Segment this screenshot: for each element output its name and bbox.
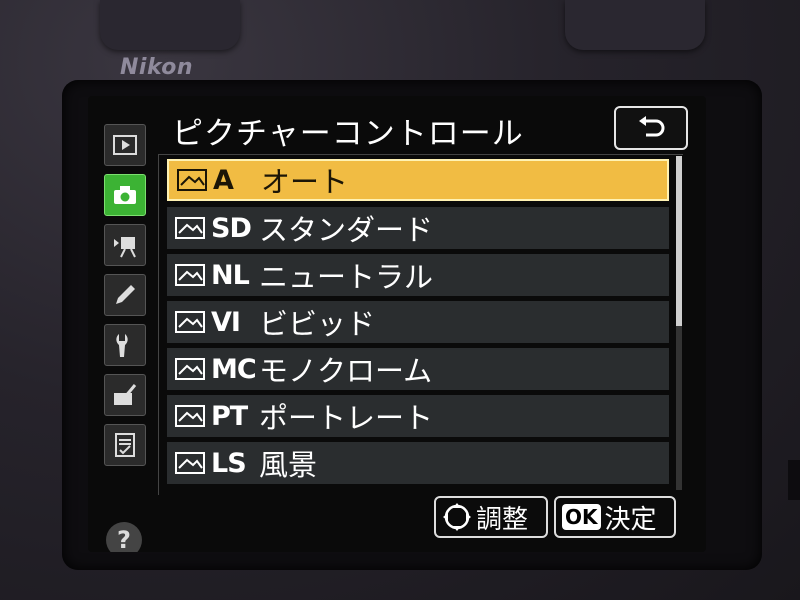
sidebar-item-shooting[interactable] xyxy=(104,174,146,216)
list-item-label: 風景 xyxy=(259,448,318,482)
list-scrollbar[interactable] xyxy=(676,156,682,490)
help-icon[interactable]: ? xyxy=(106,522,142,552)
list-item-code: A xyxy=(213,164,234,196)
picture-control-icon xyxy=(173,262,209,288)
sidebar-item-retouch[interactable] xyxy=(104,374,146,416)
retouch-brush-icon xyxy=(114,384,137,405)
back-button[interactable] xyxy=(614,106,688,150)
camera-hump-right xyxy=(565,0,705,50)
lcd-screen: ピクチャーコントロール ? A オート SD スタンダード NL ニュートラル … xyxy=(88,96,706,552)
camera-icon xyxy=(114,186,136,204)
camera-brand-logo: Nikon xyxy=(120,55,194,80)
picture-control-icon xyxy=(175,167,211,193)
list-item-neutral[interactable]: NL ニュートラル xyxy=(167,254,669,296)
sidebar-item-setup[interactable] xyxy=(104,324,146,366)
list-item-vivid[interactable]: VI ビビッド xyxy=(167,301,669,343)
list-item-monochrome[interactable]: MC モノクローム xyxy=(167,348,669,390)
list-item-label: ビビッド xyxy=(259,307,376,341)
list-item-standard[interactable]: SD スタンダード xyxy=(167,207,669,249)
picture-control-icon xyxy=(173,309,209,335)
return-arrow-icon xyxy=(639,116,665,137)
play-icon xyxy=(113,135,137,155)
sidebar-item-playback[interactable] xyxy=(104,124,146,166)
picture-control-icon xyxy=(173,215,209,241)
sidebar-item-my-menu[interactable] xyxy=(104,424,146,466)
wrench-icon xyxy=(116,334,128,357)
list-item-landscape[interactable]: LS 風景 xyxy=(167,442,669,484)
ok-button[interactable]: OK 決定 xyxy=(554,496,676,538)
list-item-auto[interactable]: A オート xyxy=(167,159,669,201)
sidebar-item-movie[interactable] xyxy=(104,224,146,266)
multi-selector-icon xyxy=(442,502,472,532)
checklist-icon xyxy=(115,433,135,457)
list-item-label: スタンダード xyxy=(259,213,434,247)
menu-title: ピクチャーコントロール xyxy=(172,116,524,152)
picture-control-icon xyxy=(173,403,209,429)
list-item-code: NL xyxy=(211,259,250,291)
list-item-label: ポートレート xyxy=(259,401,434,435)
pencil-icon xyxy=(116,285,135,304)
scrollbar-thumb[interactable] xyxy=(676,156,682,326)
list-item-label: ニュートラル xyxy=(259,260,434,294)
sidebar-item-custom-settings[interactable] xyxy=(104,274,146,316)
ok-icon: OK xyxy=(562,504,601,530)
picture-control-icon xyxy=(173,356,209,382)
list-item-portrait[interactable]: PT ポートレート xyxy=(167,395,669,437)
adjust-button[interactable]: 調整 xyxy=(434,496,548,538)
list-item-code: VI xyxy=(211,306,241,338)
camera-side-edge xyxy=(788,460,800,500)
movie-camera-icon xyxy=(114,237,136,258)
list-item-label: モノクローム xyxy=(259,354,433,388)
menu-sidebar: ? xyxy=(104,124,150,552)
list-item-label: オート xyxy=(261,165,349,199)
picture-control-list: A オート SD スタンダード NL ニュートラル VI ビビッド MC モノク… xyxy=(158,154,683,495)
camera-hump-left xyxy=(100,0,240,50)
confirm-label: 決定 xyxy=(604,504,657,535)
picture-control-icon xyxy=(173,450,209,476)
list-item-code: PT xyxy=(211,400,248,432)
list-item-code: LS xyxy=(211,447,247,479)
list-item-code: MC xyxy=(211,353,257,385)
list-item-code: SD xyxy=(211,212,252,244)
adjust-label: 調整 xyxy=(476,504,529,535)
